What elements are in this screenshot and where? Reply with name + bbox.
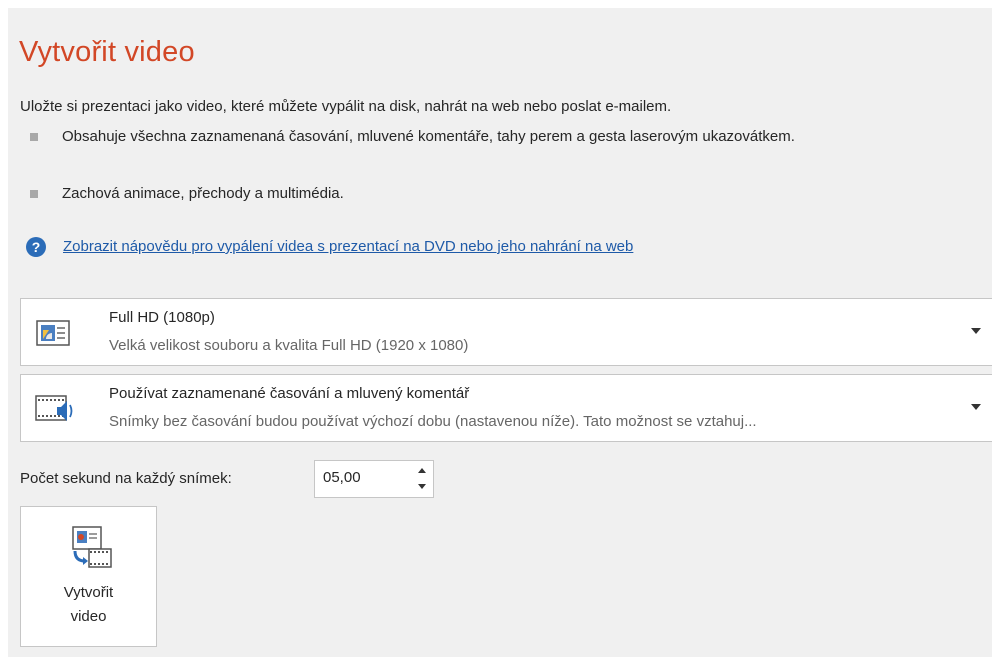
timing-dropdown[interactable]: Používat zaznamenané časování a mluvený … [20,374,992,442]
seconds-per-slide-label: Počet sekund na každý snímek: [20,470,232,487]
seconds-per-slide-spinner[interactable] [314,460,434,498]
help-link[interactable]: Zobrazit nápovědu pro vypálení videa s p… [63,238,633,255]
export-panel: Vytvořit video Uložte si prezentaci jako… [8,8,992,657]
page-title: Vytvořit video [19,36,195,68]
chevron-down-icon [971,328,981,334]
quality-title: Full HD (1080p) [109,309,215,326]
create-video-label-line2: video [70,608,107,625]
create-video-icon [72,526,112,568]
spin-up-button[interactable] [415,464,429,478]
video-quality-dropdown[interactable]: Full HD (1080p) Velká velikost souboru a… [20,298,992,366]
bullet-text-animations: Zachová animace, přechody a multimédia. [62,185,344,202]
create-video-button[interactable]: Vytvořit video [20,506,157,647]
bullet-marker [30,190,38,198]
arrow-down-icon [418,484,426,489]
create-video-label-line1: Vytvořit [63,584,114,601]
arrow-up-icon [418,468,426,473]
seconds-per-slide-input[interactable] [323,469,403,486]
timing-title: Používat zaznamenané časování a mluvený … [109,385,470,402]
question-icon: ? [26,237,46,257]
bullet-text-timings: Obsahuje všechna zaznamenaná časování, m… [62,128,795,145]
bullet-marker [30,133,38,141]
chevron-down-icon [971,404,981,410]
quality-subtitle: Velká velikost souboru a kvalita Full HD… [109,337,469,354]
create-video-label: Vytvořit video [21,581,156,629]
timing-narration-icon [35,395,73,421]
timing-subtitle: Snímky bez časování budou používat výcho… [109,413,757,430]
spin-down-button[interactable] [415,480,429,494]
page-description: Uložte si prezentaci jako video, které m… [20,98,672,115]
presentation-quality-icon [36,320,70,346]
